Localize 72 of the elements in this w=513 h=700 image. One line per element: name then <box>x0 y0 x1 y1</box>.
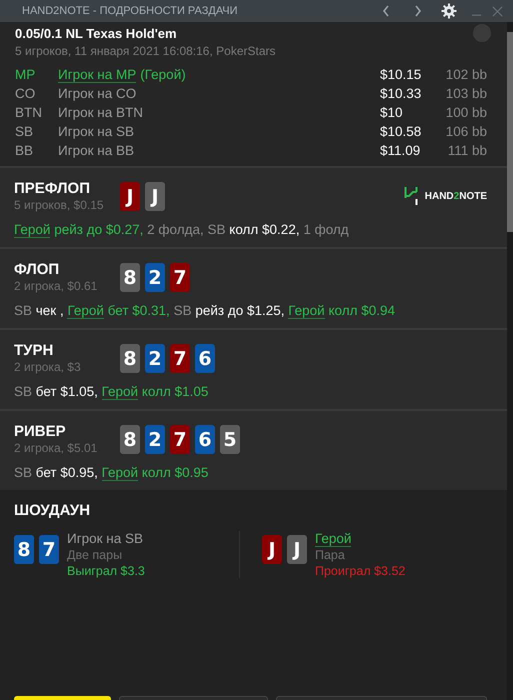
hand-combo: Пара <box>315 548 346 562</box>
settings-icon[interactable] <box>441 3 457 19</box>
forward-icon[interactable] <box>413 4 423 18</box>
hero-link[interactable]: Герой <box>14 222 50 238</box>
playing-card: 7 <box>170 344 190 373</box>
player-name: Игрок на BB <box>58 143 134 158</box>
action-line: SB бет $1.05, Герой колл $1.05 <box>14 384 210 399</box>
hand-title: 0.05/0.1 NL Texas Hold'em <box>15 26 177 40</box>
hand2note-logo: HAND2NOTE <box>404 186 487 206</box>
street-info: 2 игрока, $5.01 <box>14 441 98 455</box>
playing-card: 2 <box>145 263 165 292</box>
hero-link[interactable]: Герой <box>67 303 104 319</box>
player-stack: $10 <box>380 105 404 120</box>
playing-card: 8 <box>14 535 34 564</box>
hand-subtitle: 5 игроков, 11 января 2021 16:08:16, PokerStars <box>15 44 277 58</box>
action-line: SB чек , Герой бет $0.31, SB рейз до $1.25, Герой колл $0.94 <box>14 303 396 318</box>
playing-card: 7 <box>170 263 190 292</box>
player-bb: 111 bb <box>446 143 487 158</box>
showdown-player[interactable]: Герой <box>315 531 352 547</box>
playing-card: 6 <box>195 425 215 454</box>
player-position: SB <box>15 124 34 139</box>
playing-card: 7 <box>170 425 190 454</box>
showdown-player: Игрок на SB <box>67 531 144 546</box>
playing-card: 8 <box>120 263 140 292</box>
scrollbar[interactable] <box>507 22 513 700</box>
player-name: Игрок на BTN <box>58 105 144 120</box>
player-stack: $10.15 <box>380 67 422 82</box>
street-info: 2 игрока, $3 <box>14 360 82 374</box>
player-stack: $11.09 <box>380 143 422 158</box>
playing-card: 8 <box>120 425 140 454</box>
playing-card: J <box>287 535 307 564</box>
close-icon[interactable] <box>492 6 503 16</box>
player-position: BB <box>15 143 34 158</box>
player-name: Игрок на SB <box>58 124 134 139</box>
player-position: CO <box>15 86 36 101</box>
player-bb: 103 bb <box>444 86 487 101</box>
playing-card: 6 <box>195 344 215 373</box>
showdown-title: ШОУДАУН <box>14 502 92 519</box>
playing-card: J <box>145 182 165 211</box>
playing-card: 8 <box>120 344 140 373</box>
street-info: 2 игрока, $0.61 <box>14 279 98 293</box>
player-bb: 100 bb <box>444 105 487 120</box>
street-info: 5 игроков, $0.15 <box>14 198 105 212</box>
playing-card: J <box>262 535 282 564</box>
player-position: BTN <box>15 105 43 120</box>
player-position: MP <box>15 67 36 82</box>
playing-card: 5 <box>220 425 240 454</box>
playing-card: 2 <box>145 425 165 454</box>
street-name: ТУРН <box>14 342 54 359</box>
player-stack: $10.33 <box>380 86 422 101</box>
back-icon[interactable] <box>381 4 391 18</box>
player-bb: 106 bb <box>444 124 487 139</box>
player-name: Игрок на CO <box>58 86 136 101</box>
hero-link[interactable]: Герой <box>102 465 138 481</box>
action-line: SB бет $0.95, Герой колл $0.95 <box>14 465 210 480</box>
player-stack: $10.58 <box>380 124 422 139</box>
hand-result: Выиграл $3.3 <box>67 564 145 578</box>
window-title: HAND2NOTE - ПОДРОБНОСТИ РАЗДАЧИ <box>22 5 238 17</box>
street-name: ФЛОП <box>14 261 60 278</box>
hand-result: Проиграл $3.52 <box>315 564 406 578</box>
action-line: Герой рейз до $0.27, 2 фолда, SB колл $0.22, 1 фолд <box>14 222 350 237</box>
playing-card: 7 <box>39 535 59 564</box>
street-name: РИВЕР <box>14 423 67 440</box>
street-name: ПРЕФЛОП <box>14 180 91 197</box>
hand-combo: Две пары <box>67 548 124 562</box>
player-name[interactable]: Игрок на MP <box>58 67 136 83</box>
hero-tag: (Герой) <box>140 67 186 82</box>
playing-card: 2 <box>145 344 165 373</box>
player-bb: 102 bb <box>444 67 487 82</box>
hero-link[interactable]: Герой <box>102 384 138 400</box>
playing-card: J <box>120 182 140 211</box>
hero-link[interactable]: Герой <box>288 303 325 319</box>
